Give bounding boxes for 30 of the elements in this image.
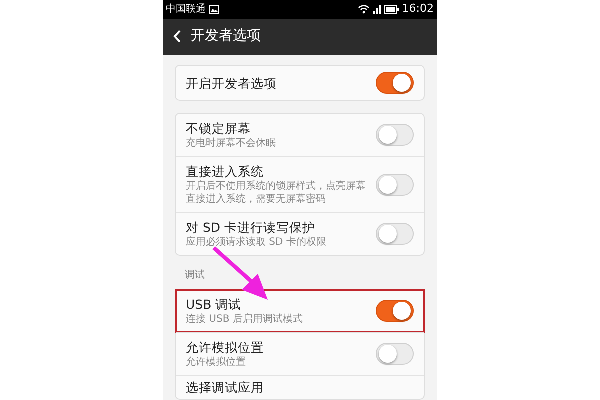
setting-row[interactable]: 开启开发者选项 <box>176 66 424 100</box>
setting-row[interactable]: 不锁定屏幕 充电时屏幕不会休眠 <box>176 114 424 156</box>
setting-title: 选择调试应用 <box>186 379 265 396</box>
setting-description: 应用必须请求读取 SD 卡的权限 <box>186 236 328 249</box>
setting-row[interactable]: USB 调试 连接 USB 后启用调试模式 <box>176 290 424 332</box>
setting-title: 允许模拟位置 <box>186 339 265 356</box>
setting-title: 开启开发者选项 <box>186 74 278 92</box>
setting-description: 允许模拟位置 <box>186 356 247 369</box>
toggle-switch[interactable] <box>376 72 414 94</box>
clock-time: 16:02 <box>402 1 434 18</box>
setting-title: 不锁定屏幕 <box>186 120 252 137</box>
toggle-switch[interactable] <box>376 300 414 322</box>
setting-description: 连接 USB 后启用调试模式 <box>186 313 304 326</box>
setting-title: USB 调试 <box>186 296 243 313</box>
setting-title: 直接进入系统 <box>186 163 265 180</box>
setting-row[interactable]: 选择调试应用 <box>176 375 424 399</box>
battery-icon <box>384 4 400 14</box>
back-icon[interactable] <box>173 30 181 44</box>
setting-title: 对 SD 卡进行读写保护 <box>186 219 317 236</box>
setting-description: 充电时屏幕不会休眠 <box>186 137 277 150</box>
setting-row[interactable]: 允许模拟位置 允许模拟位置 <box>176 332 424 375</box>
carrier-name: 中国联通 <box>166 2 206 17</box>
screen-title: 开发者选项 <box>191 27 261 46</box>
section-label: 调试 <box>184 268 206 283</box>
setting-row[interactable]: 直接进入系统 开启后不使用系统的锁屏样式，点亮屏幕直接进入系统，需要无屏幕密码 <box>176 156 424 212</box>
setting-description: 开启后不使用系统的锁屏样式，点亮屏幕直接进入系统，需要无屏幕密码 <box>186 180 367 206</box>
setting-row[interactable]: 对 SD 卡进行读写保护 应用必须请求读取 SD 卡的权限 <box>176 212 424 255</box>
wifi-icon <box>358 4 370 14</box>
image-icon <box>209 4 219 14</box>
signal-icon <box>373 4 382 14</box>
